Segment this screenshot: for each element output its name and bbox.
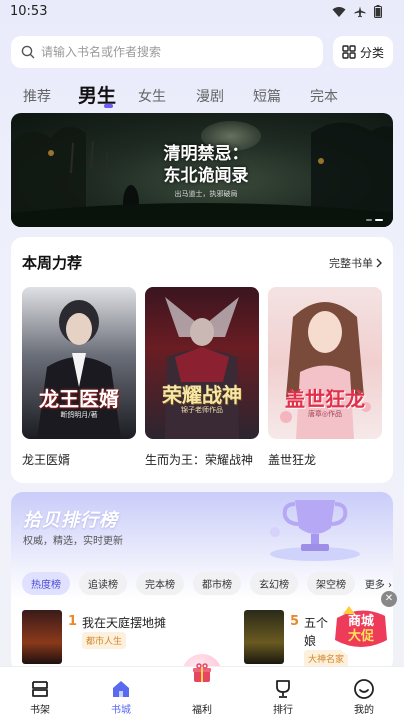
chip-fantasy[interactable]: 玄幻榜 (250, 572, 298, 595)
cover-title: 龙王医婿 (39, 387, 119, 411)
chip-urban[interactable]: 都市榜 (193, 572, 241, 595)
status-icons (332, 5, 382, 18)
chip-hot[interactable]: 热度榜 (22, 572, 70, 595)
tab-recommend[interactable]: 推荐 (23, 86, 51, 106)
banner-title: 清明禁忌： 东北诡闻录 (141, 143, 271, 187)
status-bar: 10:53 (0, 0, 404, 24)
airplane-icon (354, 6, 366, 17)
close-icon[interactable]: ✕ (381, 591, 397, 607)
mall-promo-badge[interactable]: 商城 大促 (329, 596, 393, 660)
weekly-recommend-card: 本周力荐 完整书单 龙王医婿 断鸽明月/著 龙王医婿 荣耀战神 锦子老师作品 生… (11, 237, 393, 483)
search-input[interactable] (41, 45, 301, 59)
chip-follow[interactable]: 追读榜 (79, 572, 127, 595)
book-cover: 盖世狂龙 唐章◎作品 (268, 287, 382, 439)
search-icon (21, 45, 35, 59)
tab-short[interactable]: 短篇 (253, 86, 281, 106)
nav-label: 福利 (192, 705, 212, 716)
nav-label: 书城 (111, 705, 131, 716)
home-icon (113, 681, 129, 697)
nav-welfare[interactable]: 福利 (172, 663, 232, 718)
promo-line1: 商城 (347, 614, 374, 629)
banner-dot (366, 219, 372, 221)
rank-book-tag: 都市人生 (82, 632, 127, 649)
promo-banner[interactable]: 清明禁忌： 东北诡闻录 出马道士，执邪破局 (11, 113, 393, 227)
rank-number: 5 (290, 614, 300, 629)
ranking-subtitle: 权威，精选，实时更新 (23, 536, 123, 547)
nav-label: 排行 (273, 705, 293, 716)
nav-profile[interactable]: 我的 (334, 667, 394, 718)
nav-ranking[interactable]: 排行 (253, 667, 313, 718)
rank-book-title-line2: 娘 (304, 634, 317, 648)
full-list-label: 完整书单 (329, 257, 373, 270)
channel-tabs: 推荐 男生 女生 漫剧 短篇 完本 (0, 78, 404, 110)
book-cover: 龙王医婿 断鸽明月/著 (22, 287, 136, 439)
rank-number: 1 (68, 614, 78, 629)
banner-title-line2: 东北诡闻录 (163, 166, 249, 186)
battery-icon (374, 5, 382, 18)
book-cover: 荣耀战神 锦子老师作品 (145, 287, 259, 439)
grid-icon (342, 45, 356, 59)
rank-book-cover (244, 610, 284, 664)
rank-book-title: 我在天庭摆地摊 (82, 616, 167, 630)
tab-comic-drama[interactable]: 漫剧 (196, 86, 224, 106)
book-title: 龙王医婿 (22, 453, 71, 467)
active-tab-indicator (104, 104, 113, 108)
ranking-title: 拾贝排行榜 (23, 510, 118, 531)
nav-bookshelf[interactable]: 书架 (10, 667, 70, 718)
bookshelf-icon (32, 681, 48, 697)
chips-more[interactable]: 更多 › (365, 576, 392, 591)
cover-title: 荣耀战神 (162, 383, 242, 407)
banner-title-line1: 清明禁忌： (163, 144, 249, 164)
book-card[interactable]: 荣耀战神 锦子老师作品 生而为王：荣耀战神 (145, 287, 259, 468)
category-button[interactable]: 分类 (333, 36, 393, 68)
weekly-title: 本周力荐 (22, 254, 83, 272)
banner-subtitle: 出马道士，执邪破局 (174, 190, 238, 198)
nav-bookstore[interactable]: 书城 (91, 667, 151, 718)
tab-female[interactable]: 女生 (138, 86, 166, 106)
profile-icon (354, 679, 374, 699)
cover-author: 唐章◎作品 (307, 410, 343, 418)
chip-completed[interactable]: 完本榜 (136, 572, 184, 595)
status-time: 10:53 (10, 4, 48, 19)
promo-line2: 大促 (347, 629, 374, 644)
trophy-icon (276, 680, 290, 698)
category-label: 分类 (359, 45, 384, 60)
tab-completed[interactable]: 完本 (310, 86, 338, 106)
book-card[interactable]: 龙王医婿 断鸽明月/著 龙王医婿 (22, 287, 136, 468)
trophy-illustration (270, 500, 360, 561)
cover-author: 锦子老师作品 (181, 406, 223, 414)
book-title: 盖世狂龙 (268, 453, 317, 467)
nav-label: 我的 (354, 705, 374, 716)
cover-figure (165, 297, 239, 439)
wifi-icon (332, 6, 346, 17)
banner-dot-active (375, 219, 383, 221)
cover-title: 盖世狂龙 (285, 387, 365, 411)
rank-book-title: 五个 (304, 616, 329, 630)
banner-pagination (366, 219, 383, 221)
nav-label: 书架 (30, 705, 50, 716)
chips-more-label: 更多 (364, 580, 385, 591)
book-title: 生而为王：荣耀战神 (145, 453, 254, 467)
gift-icon (193, 663, 211, 682)
cover-author: 断鸽明月/著 (60, 411, 98, 419)
book-card[interactable]: 盖世狂龙 唐章◎作品 盖世狂龙 (268, 287, 382, 468)
chevron-right-icon (376, 258, 382, 268)
search-bar[interactable] (11, 36, 323, 68)
ranking-chips: 热度榜 追读榜 完本榜 都市榜 玄幻榜 架空榜 更多 › (22, 572, 392, 596)
full-list-link[interactable]: 完整书单 (329, 255, 383, 271)
rank-book-cover (22, 610, 62, 664)
chip-alternate-history[interactable]: 架空榜 (307, 572, 355, 595)
bottom-nav: 书架 书城 福利 排行 我的 (0, 663, 404, 718)
